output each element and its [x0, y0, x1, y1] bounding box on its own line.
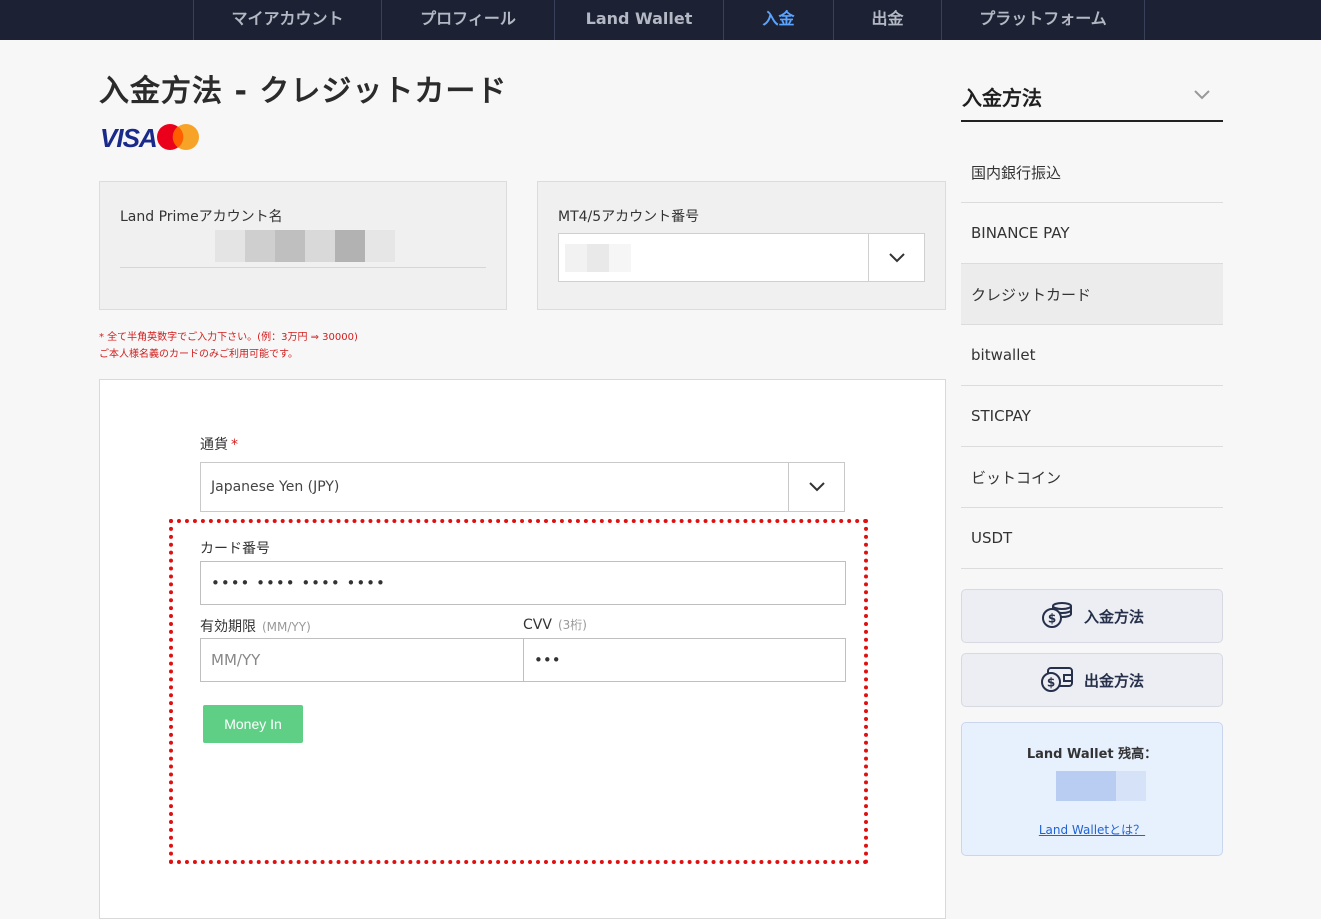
mt-account-select[interactable]	[558, 233, 925, 282]
chevron-down-icon[interactable]	[788, 463, 844, 511]
account-name-redacted	[215, 230, 395, 262]
note-line-1: * 全て半角英数字でご入力下さい。(例：3万円 ⇒ 30000)	[99, 332, 358, 343]
input-notes: * 全て半角英数字でご入力下さい。(例：3万円 ⇒ 30000) ご本人様名義の…	[99, 329, 358, 363]
note-line-2: ご本人様名義のカードのみご利用可能です。	[99, 349, 298, 360]
tab-platform[interactable]: プラットフォーム	[941, 0, 1145, 40]
wallet-balance-card: Land Wallet 残高： Land Walletとは？	[961, 722, 1223, 856]
sidebar-divider	[961, 120, 1223, 122]
currency-label: 通貨 *	[200, 437, 238, 453]
account-name-panel: Land Primeアカウント名	[99, 181, 507, 310]
tab-land-wallet[interactable]: Land Wallet	[554, 0, 723, 40]
deposit-methods-label: 入金方法	[1083, 607, 1144, 626]
mt-account-panel: MT4/5アカウント番号	[537, 181, 946, 310]
chevron-down-icon[interactable]	[868, 234, 924, 281]
mt-account-label: MT4/5アカウント番号	[558, 209, 700, 225]
chevron-down-icon[interactable]	[1193, 86, 1211, 105]
divider	[120, 267, 486, 268]
sidebar-item-credit-card[interactable]: クレジットカード	[961, 264, 1223, 325]
sidebar-item-bank-transfer[interactable]: 国内銀行振込	[961, 142, 1223, 203]
sidebar-item-sticpay[interactable]: STICPAY	[961, 386, 1223, 447]
sidebar-item-bitcoin[interactable]: ビットコイン	[961, 447, 1223, 508]
wallet-info-link[interactable]: Land Walletとは？	[962, 821, 1222, 838]
svg-text:$: $	[1047, 676, 1055, 690]
tab-profile[interactable]: プロフィール	[381, 0, 554, 40]
sidebar-item-binance-pay[interactable]: BINANCE PAY	[961, 203, 1223, 264]
account-name-label: Land Primeアカウント名	[120, 209, 283, 225]
sidebar-item-bitwallet[interactable]: bitwallet	[961, 325, 1223, 386]
sidebar-title: 入金方法	[962, 86, 1042, 110]
mt-account-redacted	[565, 244, 631, 272]
wallet-balance-redacted	[1056, 771, 1146, 801]
visa-logo: VISA	[100, 123, 157, 153]
deposit-methods-button[interactable]: $ 入金方法	[961, 589, 1223, 643]
page-title: 入金方法 - クレジットカード	[99, 74, 508, 109]
withdraw-methods-button[interactable]: $ 出金方法	[961, 653, 1223, 707]
sidebar-item-usdt[interactable]: USDT	[961, 508, 1223, 569]
tab-my-account[interactable]: マイアカウント	[193, 0, 381, 40]
required-mark: *	[231, 437, 238, 453]
coins-icon: $	[1040, 600, 1074, 632]
wallet-balance-title: Land Wallet 残高：	[1026, 747, 1158, 762]
card-brand-logos: VISA	[100, 120, 204, 154]
top-nav: マイアカウント プロフィール Land Wallet 入金 出金 プラットフォー…	[0, 0, 1321, 40]
withdraw-methods-label: 出金方法	[1083, 671, 1144, 690]
tab-deposit[interactable]: 入金	[723, 0, 833, 40]
currency-value: Japanese Yen (JPY)	[211, 479, 340, 495]
currency-select[interactable]: Japanese Yen (JPY)	[200, 462, 845, 512]
wallet-coins-icon: $	[1040, 664, 1074, 696]
tab-withdraw[interactable]: 出金	[833, 0, 941, 40]
svg-text:$: $	[1048, 612, 1056, 626]
highlight-frame	[169, 519, 868, 864]
